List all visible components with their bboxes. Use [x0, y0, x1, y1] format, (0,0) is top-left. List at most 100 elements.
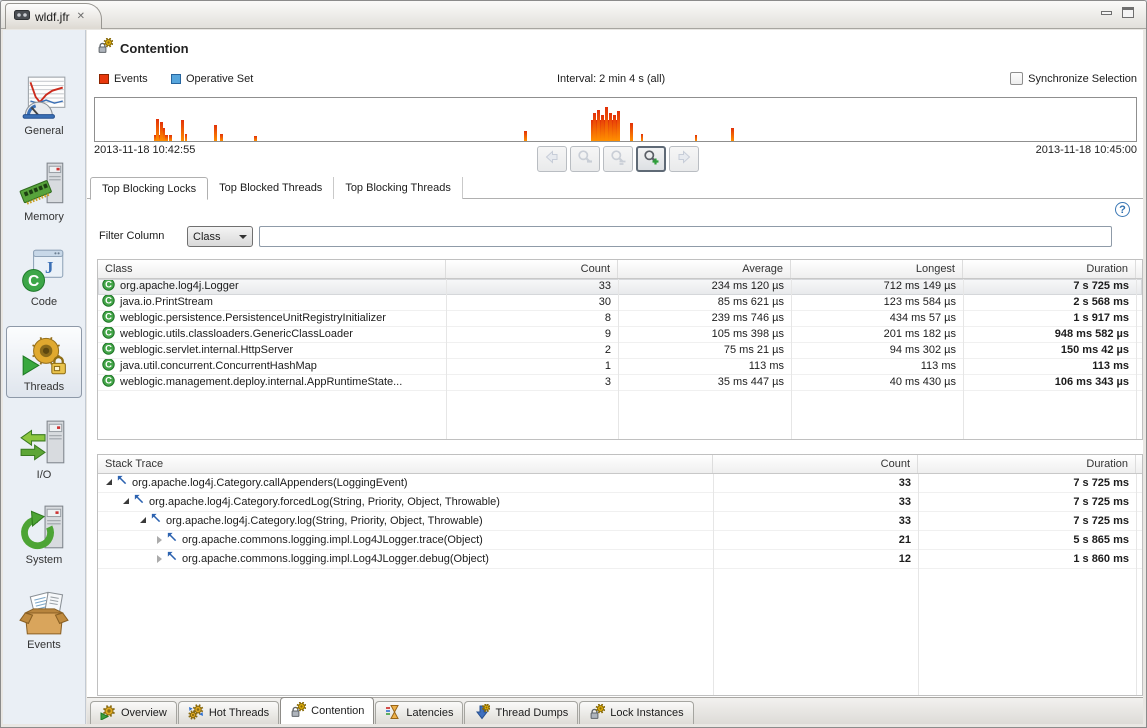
forward-button[interactable]	[669, 146, 699, 172]
tab-contention[interactable]: Contention	[280, 697, 374, 724]
flight-recording-icon	[14, 9, 30, 24]
collapse-arrow-icon[interactable]	[123, 498, 129, 504]
filter-column-dropdown[interactable]: Class	[187, 226, 253, 247]
class-name: java.io.PrintStream	[120, 295, 213, 310]
column-divider	[791, 279, 792, 439]
stack-trace-row[interactable]: org.apache.commons.logging.impl.Log4JLog…	[98, 550, 1142, 569]
column-header-duration[interactable]: Duration	[963, 260, 1136, 278]
column-divider	[446, 279, 447, 439]
tab-overview[interactable]: Overview	[90, 701, 177, 724]
sidebar-item-events[interactable]: Events	[3, 588, 85, 651]
editor-tabstrip: wldf.jfr ✕	[1, 1, 1146, 29]
column-header-count[interactable]: Count	[713, 455, 918, 473]
latencies-icon	[385, 704, 401, 723]
column-header-duration[interactable]: Duration	[918, 455, 1136, 473]
operative-set-legend-swatch	[171, 74, 181, 84]
table-row[interactable]: Cjava.io.PrintStream3085 ms 621 µs123 ms…	[98, 295, 1142, 311]
maximize-view-icon[interactable]	[1122, 7, 1134, 18]
expand-arrow-icon[interactable]	[157, 555, 162, 563]
stack-trace-row[interactable]: org.apache.log4j.Category.callAppenders(…	[98, 474, 1142, 493]
filter-text-input[interactable]	[259, 226, 1112, 247]
zoom-in-button[interactable]	[636, 146, 666, 172]
column-header-average[interactable]: Average	[618, 260, 791, 278]
stack-trace-row[interactable]: org.apache.log4j.Category.forcedLog(Stri…	[98, 493, 1142, 512]
locks-table-header: ClassCountAverageLongestDuration	[98, 260, 1142, 279]
zoom-out-button[interactable]	[570, 146, 600, 172]
class-cell: Corg.apache.log4j.Logger	[98, 279, 446, 294]
column-header-stack-trace[interactable]: Stack Trace	[98, 455, 713, 473]
tab-thread-dumps[interactable]: Thread Dumps	[464, 701, 578, 724]
spacer-cell	[1136, 375, 1143, 390]
timeline-bar	[214, 125, 217, 141]
zoom-range-icon	[610, 149, 626, 170]
longest-cell: 201 ms 182 µs	[791, 327, 963, 342]
tab-top-blocking-threads[interactable]: Top Blocking Threads	[334, 177, 463, 199]
stack-frame-cell: org.apache.commons.logging.impl.Log4JLog…	[98, 531, 713, 549]
zoom-toolbar	[537, 146, 699, 172]
sidebar-item-system[interactable]: System	[3, 503, 85, 566]
spacer-cell	[1136, 512, 1143, 530]
top-tab-label: Top Blocking Threads	[345, 182, 451, 194]
timeline-bar	[254, 136, 257, 141]
sidebar-item-io[interactable]: I/O	[3, 418, 85, 481]
bottom-tab-label: Lock Instances	[610, 707, 683, 719]
sidebar-item-threads[interactable]: Threads	[6, 326, 82, 398]
table-row[interactable]: Cweblogic.management.deploy.internal.App…	[98, 375, 1142, 391]
average-cell: 35 ms 447 µs	[618, 375, 791, 390]
table-row[interactable]: Cweblogic.servlet.internal.HttpServer275…	[98, 343, 1142, 359]
table-row[interactable]: Cjava.util.concurrent.ConcurrentHashMap1…	[98, 359, 1142, 375]
table-row[interactable]: Cweblogic.persistence.PersistenceUnitReg…	[98, 311, 1142, 327]
editor-tab-wldf[interactable]: wldf.jfr ✕	[5, 3, 102, 29]
tab-hot-threads[interactable]: Hot Threads	[178, 701, 279, 724]
tab-top-blocked-threads[interactable]: Top Blocked Threads	[208, 177, 334, 199]
synchronize-selection-checkbox[interactable]	[1010, 72, 1023, 85]
stack-trace-row[interactable]: org.apache.log4j.Category.log(String, Pr…	[98, 512, 1142, 531]
tab-top-blocking-locks[interactable]: Top Blocking Locks	[90, 177, 208, 200]
svg-text:C: C	[28, 273, 39, 290]
duration-cell: 150 ms 42 µs	[963, 343, 1136, 358]
column-header-count[interactable]: Count	[446, 260, 618, 278]
zoom-range-button[interactable]	[603, 146, 633, 172]
stack-frame-cell: org.apache.log4j.Category.forcedLog(Stri…	[98, 493, 713, 511]
stack-frame-icon	[150, 512, 161, 529]
threads-icon	[19, 330, 69, 380]
table-row[interactable]: Corg.apache.log4j.Logger33234 ms 120 µs7…	[98, 279, 1142, 295]
sidebar-item-code[interactable]: J CCode	[3, 245, 85, 308]
sidebar-item-general[interactable]: General	[3, 74, 85, 137]
legend-row: Events Operative Set Interval: 2 min 4 s…	[87, 72, 1143, 88]
minimize-view-icon[interactable]	[1101, 11, 1112, 15]
class-cell: Cweblogic.servlet.internal.HttpServer	[98, 343, 446, 358]
help-area: ?	[1115, 200, 1130, 218]
collapse-arrow-icon[interactable]	[140, 517, 146, 523]
column-header-class[interactable]: Class	[98, 260, 446, 278]
column-header-longest[interactable]: Longest	[791, 260, 963, 278]
class-name: weblogic.management.deploy.internal.AppR…	[120, 375, 402, 390]
timeline-chart[interactable]	[94, 97, 1137, 142]
duration-cell: 7 s 725 ms	[918, 512, 1136, 530]
back-button[interactable]	[537, 146, 567, 172]
stack-trace-row[interactable]: org.apache.commons.logging.impl.Log4JLog…	[98, 531, 1142, 550]
class-name: java.util.concurrent.ConcurrentHashMap	[120, 359, 317, 374]
spacer-cell	[1136, 531, 1143, 549]
timeline-bar	[641, 134, 643, 141]
column-divider	[713, 474, 714, 695]
stack-frame-icon	[116, 474, 127, 491]
sidebar-item-memory[interactable]: Memory	[3, 160, 85, 223]
class-icon: C	[102, 311, 115, 326]
count-cell: 33	[713, 474, 918, 492]
sidebar-item-label: Code	[3, 296, 85, 308]
expand-arrow-icon[interactable]	[157, 536, 162, 544]
tab-latencies[interactable]: Latencies	[375, 701, 463, 724]
tab-lock-instances[interactable]: Lock Instances	[579, 701, 693, 724]
collapse-arrow-icon[interactable]	[106, 479, 112, 485]
help-icon[interactable]: ?	[1115, 202, 1130, 217]
table-row[interactable]: Cweblogic.utils.classloaders.GenericClas…	[98, 327, 1142, 343]
class-name: weblogic.persistence.PersistenceUnitRegi…	[120, 311, 386, 326]
timeline-bar	[731, 128, 734, 141]
filter-row: Filter Column Class	[87, 226, 1143, 248]
view-window-buttons	[1101, 7, 1134, 18]
count-cell: 30	[446, 295, 618, 310]
close-tab-icon[interactable]: ✕	[77, 11, 85, 22]
column-divider	[918, 474, 919, 695]
duration-cell: 7 s 725 ms	[918, 493, 1136, 511]
